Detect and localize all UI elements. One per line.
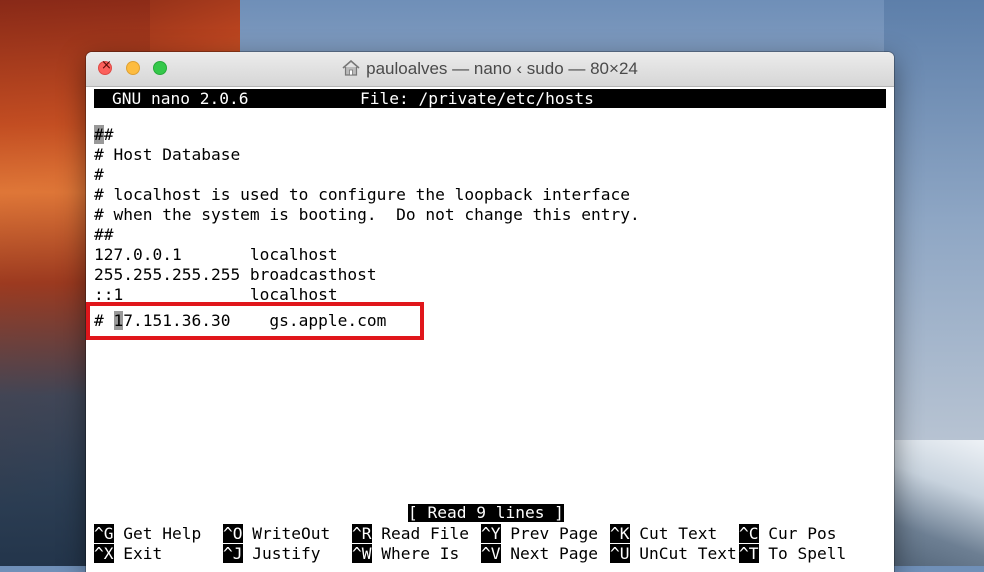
- shortcut-label: Justify: [252, 544, 321, 563]
- shortcut-label: Cur Pos: [768, 524, 837, 543]
- shortcut-key: ^U: [610, 544, 630, 563]
- shortcut-key: ^J: [223, 544, 243, 563]
- shortcut-label: Next Page: [510, 544, 598, 563]
- shortcut-get-help[interactable]: ^G Get Help: [94, 524, 202, 543]
- shortcut-cut-text[interactable]: ^K Cut Text: [610, 524, 718, 543]
- shortcut-key: ^O: [223, 524, 243, 543]
- file-line: # when the system is booting. Do not cha…: [94, 205, 640, 224]
- shortcut-exit[interactable]: ^X Exit: [94, 544, 163, 563]
- nano-version: GNU nano 2.0.6: [112, 89, 249, 108]
- shortcut-to-spell[interactable]: ^T To Spell: [739, 544, 847, 563]
- shortcut-writeout[interactable]: ^O WriteOut: [223, 524, 331, 543]
- home-folder-icon: [342, 60, 360, 76]
- shortcut-uncut-text[interactable]: ^U UnCut Text: [610, 544, 737, 563]
- title-bar[interactable]: paulo​alves — nano ‹ sudo — 80×24: [86, 52, 894, 87]
- window-title-container: paulo​alves — nano ‹ sudo — 80×24: [86, 59, 894, 79]
- shortcut-key: ^V: [481, 544, 501, 563]
- shortcut-label: Get Help: [123, 524, 202, 543]
- cursor-block: #: [94, 125, 104, 144]
- shortcut-label: To Spell: [768, 544, 847, 563]
- shortcut-label: Exit: [123, 544, 163, 563]
- desktop-sky: [884, 0, 984, 440]
- shortcut-key: ^T: [739, 544, 759, 563]
- file-line: #: [94, 165, 104, 184]
- shortcut-label: Where Is: [381, 544, 460, 563]
- shortcut-label: UnCut Text: [639, 544, 737, 563]
- shortcut-where-is[interactable]: ^W Where Is: [352, 544, 460, 563]
- shortcut-prev-page[interactable]: ^Y Prev Page: [481, 524, 598, 543]
- shortcut-next-page[interactable]: ^V Next Page: [481, 544, 598, 563]
- file-line: 127.0.0.1 localhost: [94, 245, 338, 264]
- shortcut-label: WriteOut: [252, 524, 331, 543]
- file-line: # localhost is used to configure the loo…: [94, 185, 631, 204]
- shortcut-key: ^R: [352, 524, 372, 543]
- shortcut-label: Read File: [381, 524, 469, 543]
- file-line: 255.255.255.255 broadcasthost: [94, 265, 377, 284]
- shortcut-key: ^G: [94, 524, 114, 543]
- shortcut-key: ^W: [352, 544, 372, 563]
- file-line: # Host Database: [94, 145, 241, 164]
- shortcut-justify[interactable]: ^J Justify: [223, 544, 321, 563]
- file-line: ##: [94, 225, 114, 244]
- shortcut-cur-pos[interactable]: ^C Cur Pos: [739, 524, 837, 543]
- nano-header-bar: GNU nano 2.0.6 File: /private/etc/hosts: [94, 89, 886, 108]
- shortcut-label: Cut Text: [639, 524, 718, 543]
- window-title: paulo​alves — nano ‹ sudo — 80×24: [366, 59, 638, 78]
- file-line: ##: [94, 125, 114, 144]
- shortcut-read-file[interactable]: ^R Read File: [352, 524, 469, 543]
- shortcut-key: ^Y: [481, 524, 501, 543]
- nano-file-name: File: /private/etc/hosts: [360, 89, 594, 108]
- highlight-annotation-box: [86, 302, 424, 340]
- shortcut-key: ^C: [739, 524, 759, 543]
- status-message: [ Read 9 lines ]: [408, 503, 564, 522]
- shortcut-key: ^X: [94, 544, 114, 563]
- terminal-window[interactable]: paulo​alves — nano ‹ sudo — 80×24 GNU na…: [86, 52, 894, 572]
- terminal-content[interactable]: GNU nano 2.0.6 File: /private/etc/hosts …: [86, 87, 894, 572]
- shortcut-label: Prev Page: [510, 524, 598, 543]
- shortcut-key: ^K: [610, 524, 630, 543]
